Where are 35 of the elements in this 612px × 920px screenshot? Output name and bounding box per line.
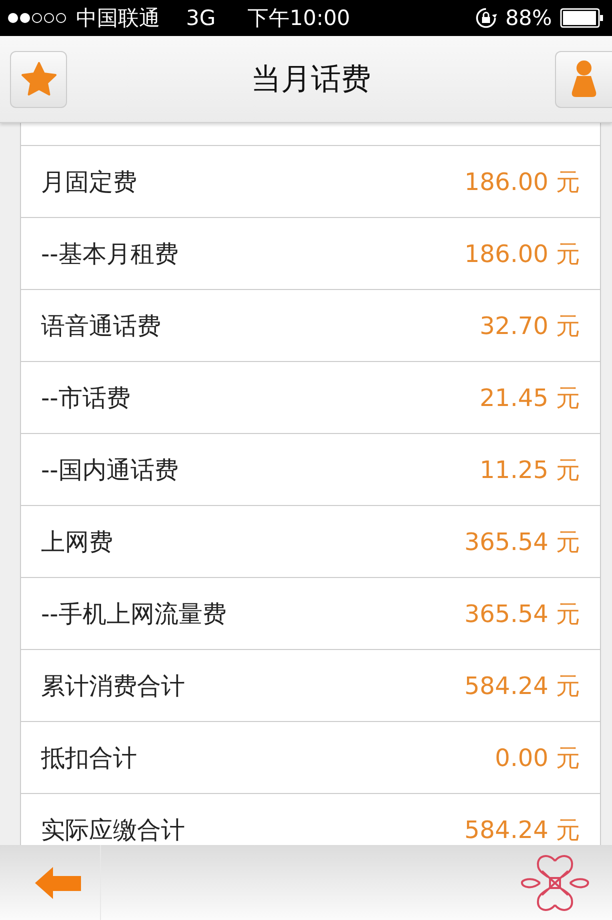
favorite-button[interactable] xyxy=(10,50,67,108)
knot-logo-icon xyxy=(520,852,590,912)
fee-amount: 186.00 元 xyxy=(464,238,580,270)
fee-label: --手机上网流量费 xyxy=(41,598,226,630)
page-title: 当月话费 xyxy=(251,60,371,98)
fee-label: 抵扣合计 xyxy=(41,742,137,774)
battery-icon xyxy=(560,8,604,28)
fee-amount: 584.24 元 xyxy=(464,670,580,702)
network-type: 3G xyxy=(186,6,216,30)
battery-percent: 88% xyxy=(505,6,552,30)
carrier-name: 中国联通 xyxy=(76,5,160,32)
fee-label: 上网费 xyxy=(41,526,113,558)
rotation-lock-icon xyxy=(475,7,498,29)
fee-amount: 365.54 元 xyxy=(464,526,580,558)
fee-label: 实际应缴合计 xyxy=(41,814,185,845)
fee-amount: 365.54 元 xyxy=(464,598,580,630)
star-icon xyxy=(20,62,56,96)
back-button[interactable] xyxy=(34,866,82,900)
fee-label: --国内通话费 xyxy=(41,454,178,486)
fee-amount: 11.25 元 xyxy=(480,454,580,486)
left-arrow-icon xyxy=(34,866,82,900)
fee-amount: 32.70 元 xyxy=(480,310,580,342)
fee-label: 累计消费合计 xyxy=(41,670,185,702)
fee-amount: 186.00 元 xyxy=(464,166,580,198)
fee-label: 语音通话费 xyxy=(41,310,161,342)
person-icon xyxy=(571,60,597,98)
account-button[interactable] xyxy=(555,50,612,108)
clock-time: 下午10:00 xyxy=(248,5,350,32)
fee-amount: 584.24 元 xyxy=(464,814,580,845)
fee-amount: 0.00 元 xyxy=(494,742,580,774)
fee-label: --市话费 xyxy=(41,382,130,414)
fee-label: --基本月租费 xyxy=(41,238,178,270)
fee-label: 月固定费 xyxy=(41,166,137,198)
fee-amount: 21.45 元 xyxy=(480,382,580,414)
signal-icon xyxy=(8,13,66,23)
